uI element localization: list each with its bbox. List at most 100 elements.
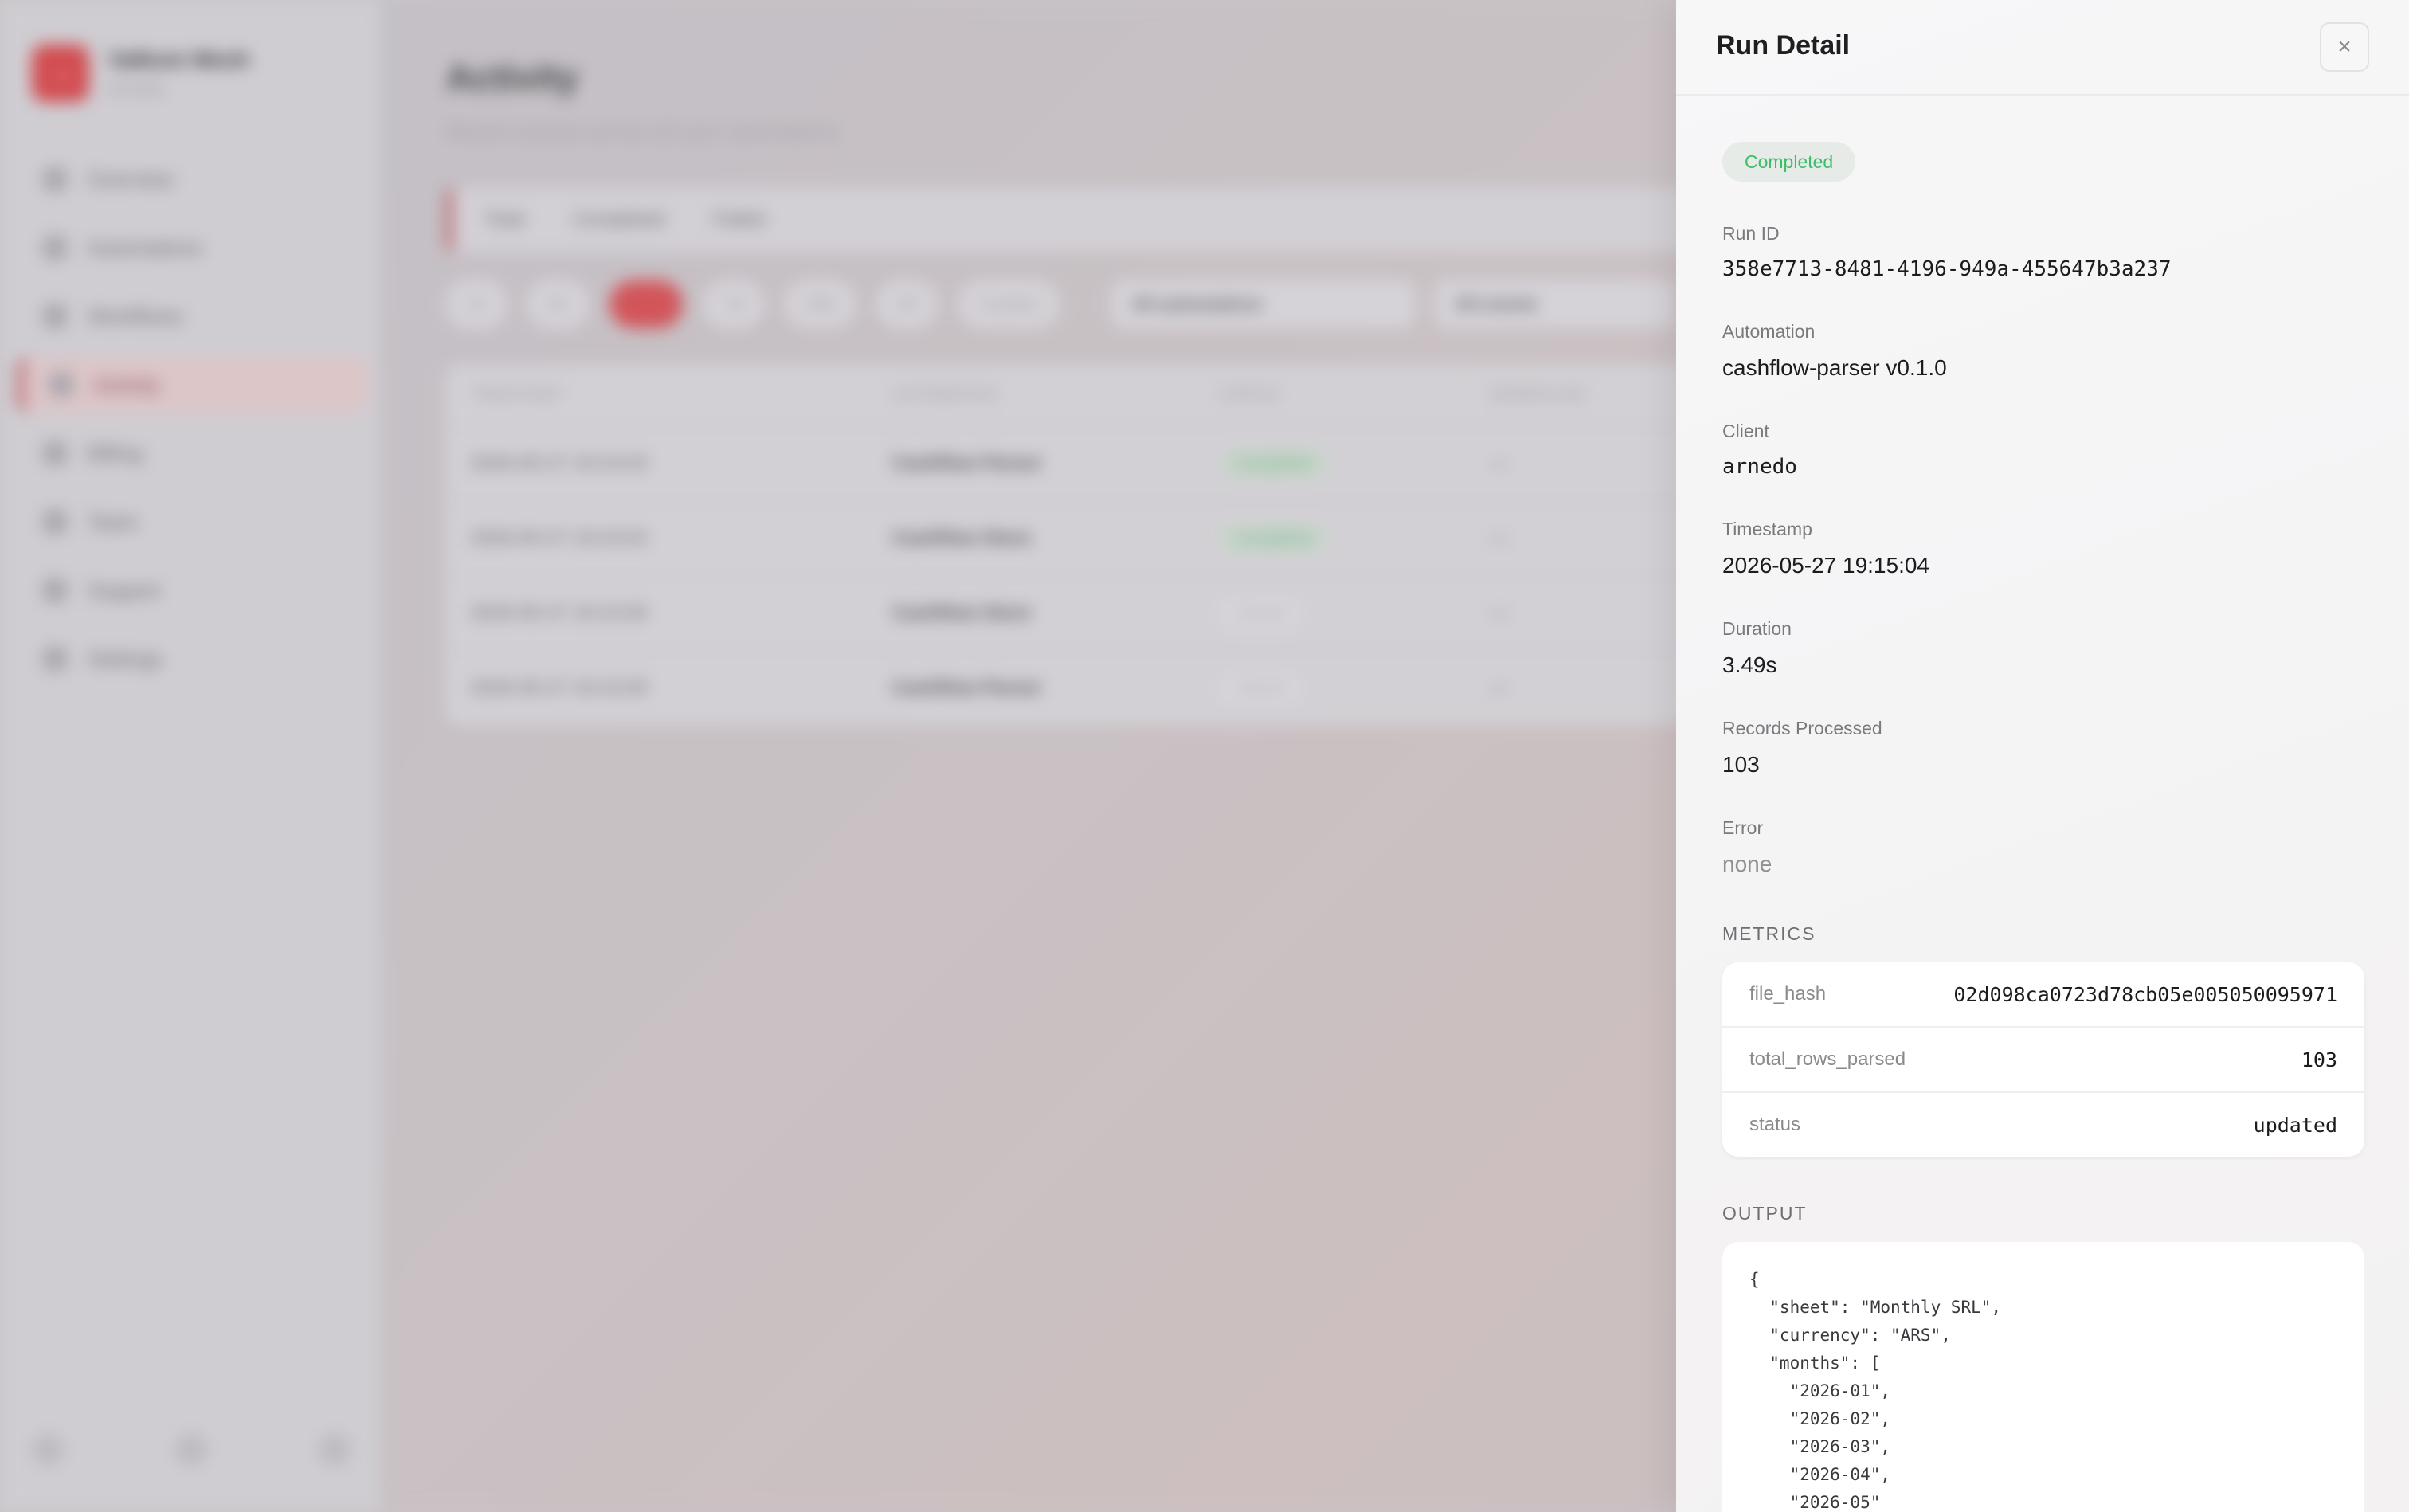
sidebar: → Valkom Mesh Arnedo Overview Automation… — [0, 0, 382, 1512]
sidebar-item-label: Workflows — [88, 304, 183, 328]
brand-subtitle: Arnedo — [108, 79, 165, 99]
close-icon: × — [2337, 33, 2352, 60]
metric-key: status — [1749, 1114, 1801, 1135]
grid-icon — [43, 167, 67, 191]
filter-chip[interactable]: Custom — [958, 280, 1060, 328]
sidebar-item-label: Settings — [88, 646, 163, 671]
sidebar-footer — [32, 1434, 351, 1466]
cell-workflow: — — [1490, 677, 1509, 699]
cell-timestamp: 2026-05-27 19:15:00 — [470, 677, 648, 699]
table-row[interactable]: 2026-05-27 19:15:02 Cashflow Store Compl… — [446, 500, 1689, 575]
filter-bar: 1h 6h 24h 7d 30d All Custom All automati… — [446, 280, 1675, 328]
metrics-table: file_hash 02d098ca0723d78cb05e0050500959… — [1722, 962, 2364, 1157]
gear-icon — [43, 647, 67, 671]
help-icon — [43, 578, 67, 602]
theme-toggle-icon[interactable] — [32, 1434, 64, 1466]
brand-logo: → — [32, 45, 89, 102]
panel-body: Completed Run ID 358e7713-8481-4196-949a… — [1676, 96, 2409, 1512]
brand[interactable]: → Valkom Mesh Arnedo — [32, 45, 249, 102]
automation-select[interactable]: All automations — [1112, 280, 1416, 328]
field-label: Records Processed — [1722, 718, 1882, 738]
field-label: Timestamp — [1722, 519, 1812, 539]
team-icon — [43, 510, 67, 534]
cell-workflow: — — [1490, 452, 1509, 474]
status-badge: Completed — [1219, 448, 1328, 480]
metric-key: total_rows_parsed — [1749, 1048, 1906, 1070]
filter-chip[interactable]: 7d — [703, 280, 765, 328]
logout-icon[interactable] — [319, 1434, 351, 1466]
field-records-processed: Records Processed 103 — [1722, 718, 2364, 778]
sidebar-item-support[interactable]: Support — [18, 562, 368, 618]
metrics-heading: METRICS — [1722, 923, 1816, 944]
cell-automation: Cashflow Store — [892, 602, 1032, 624]
filter-chip-active[interactable]: 24h — [609, 280, 683, 328]
field-label: Client — [1722, 421, 1769, 441]
field-timestamp: Timestamp 2026-05-27 19:15:04 — [1722, 519, 2364, 578]
timestamp-value: 2026-05-27 19:15:04 — [1722, 553, 1929, 578]
activity-icon — [49, 373, 73, 397]
filter-chip[interactable]: All — [876, 280, 938, 328]
sidebar-item-label: Billing — [88, 441, 143, 465]
stats-bar: Total Completed Failed — [446, 188, 1689, 252]
duration-value: 3.49s — [1722, 652, 1777, 677]
sidebar-item-workflows[interactable]: Workflows — [18, 288, 368, 344]
field-label: Error — [1722, 817, 1764, 838]
sidebar-item-label: Automations — [88, 235, 203, 260]
filter-chip[interactable]: 1h — [446, 280, 507, 328]
notifications-icon[interactable] — [175, 1434, 207, 1466]
stat-completed: Completed — [572, 209, 665, 230]
field-automation: Automation cashflow-parser v0.1.0 — [1722, 321, 2364, 381]
field-label: Run ID — [1722, 223, 1780, 244]
client-value: arnedo — [1722, 455, 1797, 479]
field-label: Duration — [1722, 618, 1792, 639]
stat-failed: Failed — [712, 209, 766, 230]
robot-icon — [43, 236, 67, 260]
status-badge: Started — [1219, 597, 1302, 629]
cell-automation: Cashflow Store — [892, 527, 1032, 549]
status-badge: Completed — [1219, 523, 1328, 554]
metric-value: 02d098ca0723d78cb05e005050095971 — [1953, 982, 2337, 1006]
output-code-block[interactable]: { "sheet": "Monthly SRL", "currency": "A… — [1722, 1242, 2364, 1512]
field-label: Automation — [1722, 321, 1816, 342]
cell-timestamp: 2026-05-27 19:15:00 — [470, 602, 648, 624]
cell-workflow: — — [1490, 602, 1509, 624]
sidebar-item-overview[interactable]: Overview — [18, 151, 368, 207]
brand-name: Valkom Mesh — [108, 47, 250, 72]
field-run-id: Run ID 358e7713-8481-4196-949a-455647b3a… — [1722, 223, 2364, 281]
status-badge: Started — [1219, 672, 1302, 704]
column-header[interactable]: TIMESTAMP — [470, 386, 892, 405]
run-detail-panel: Run Detail × Completed Run ID 358e7713-8… — [1676, 0, 2409, 1512]
sidebar-item-label: Support — [88, 578, 161, 602]
stat-total: Total — [484, 209, 525, 230]
card-icon — [43, 441, 67, 465]
filter-chip[interactable]: 30d — [785, 280, 856, 328]
cell-automation: Cashflow Parser — [892, 452, 1043, 474]
cell-timestamp: 2026-05-27 19:15:02 — [470, 527, 648, 549]
sidebar-item-billing[interactable]: Billing — [18, 425, 368, 481]
metric-value: 103 — [2301, 1048, 2337, 1071]
metric-key: file_hash — [1749, 983, 1827, 1005]
column-header[interactable]: STATUS — [1219, 386, 1490, 405]
run-id-value: 358e7713-8481-4196-949a-455647b3a237 — [1722, 257, 2172, 281]
records-value: 103 — [1722, 752, 1760, 777]
column-header[interactable]: AUTOMATION — [892, 386, 1219, 405]
sidebar-item-team[interactable]: Team — [18, 494, 368, 550]
sidebar-item-automations[interactable]: Automations — [18, 220, 368, 276]
event-select[interactable]: All events — [1436, 280, 1675, 328]
sidebar-item-settings[interactable]: Settings — [18, 631, 368, 687]
sidebar-item-activity[interactable]: Activity — [18, 357, 368, 413]
automation-value: cashflow-parser v0.1.0 — [1722, 355, 1947, 380]
page-subtitle: Recent activity across all your automati… — [446, 119, 839, 143]
field-error: Error none — [1722, 817, 2364, 877]
table-row[interactable]: 2026-05-27 19:15:00 Cashflow Store Start… — [446, 575, 1689, 650]
metric-row: file_hash 02d098ca0723d78cb05e0050500959… — [1722, 962, 2364, 1026]
close-button[interactable]: × — [2320, 22, 2369, 72]
sidebar-item-label: Team — [88, 509, 139, 534]
metric-row: status updated — [1722, 1091, 2364, 1157]
table-row[interactable]: 2026-05-27 19:15:00 Cashflow Parser Star… — [446, 650, 1689, 725]
column-header[interactable]: WORKFLOW — [1490, 386, 1649, 405]
pencil-icon — [43, 304, 67, 328]
filter-chip[interactable]: 6h — [527, 280, 589, 328]
table-row[interactable]: 2026-05-27 19:15:04 Cashflow Parser Comp… — [446, 425, 1689, 500]
table-header: TIMESTAMP AUTOMATION STATUS WORKFLOW — [446, 365, 1689, 425]
